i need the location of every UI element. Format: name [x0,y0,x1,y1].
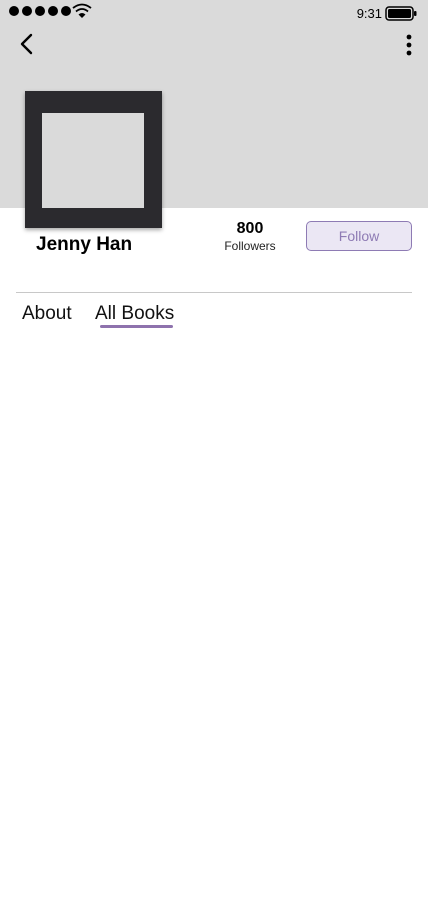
active-tab-indicator [100,325,173,328]
follow-button[interactable]: Follow [306,221,412,251]
followers-count: 800 [236,220,264,237]
avatar-image-placeholder [42,113,144,208]
tab-all-books[interactable]: All Books [95,303,174,325]
battery-full-icon [385,6,417,21]
tab-about[interactable]: About [22,303,72,325]
followers-label: Followers [224,239,276,253]
divider [16,292,412,293]
back-button[interactable] [14,32,40,58]
status-time: 9:31 [356,6,382,21]
signal-dots-icon [9,6,71,16]
more-vertical-icon [406,34,412,56]
chevron-left-icon [20,33,33,55]
followers-stat: 800 Followers [210,220,290,254]
wifi-icon [72,3,92,18]
author-name: Jenny Han [36,234,133,255]
status-bar: 9:31 [0,0,428,28]
more-options-button[interactable] [398,32,420,58]
avatar [25,91,162,228]
